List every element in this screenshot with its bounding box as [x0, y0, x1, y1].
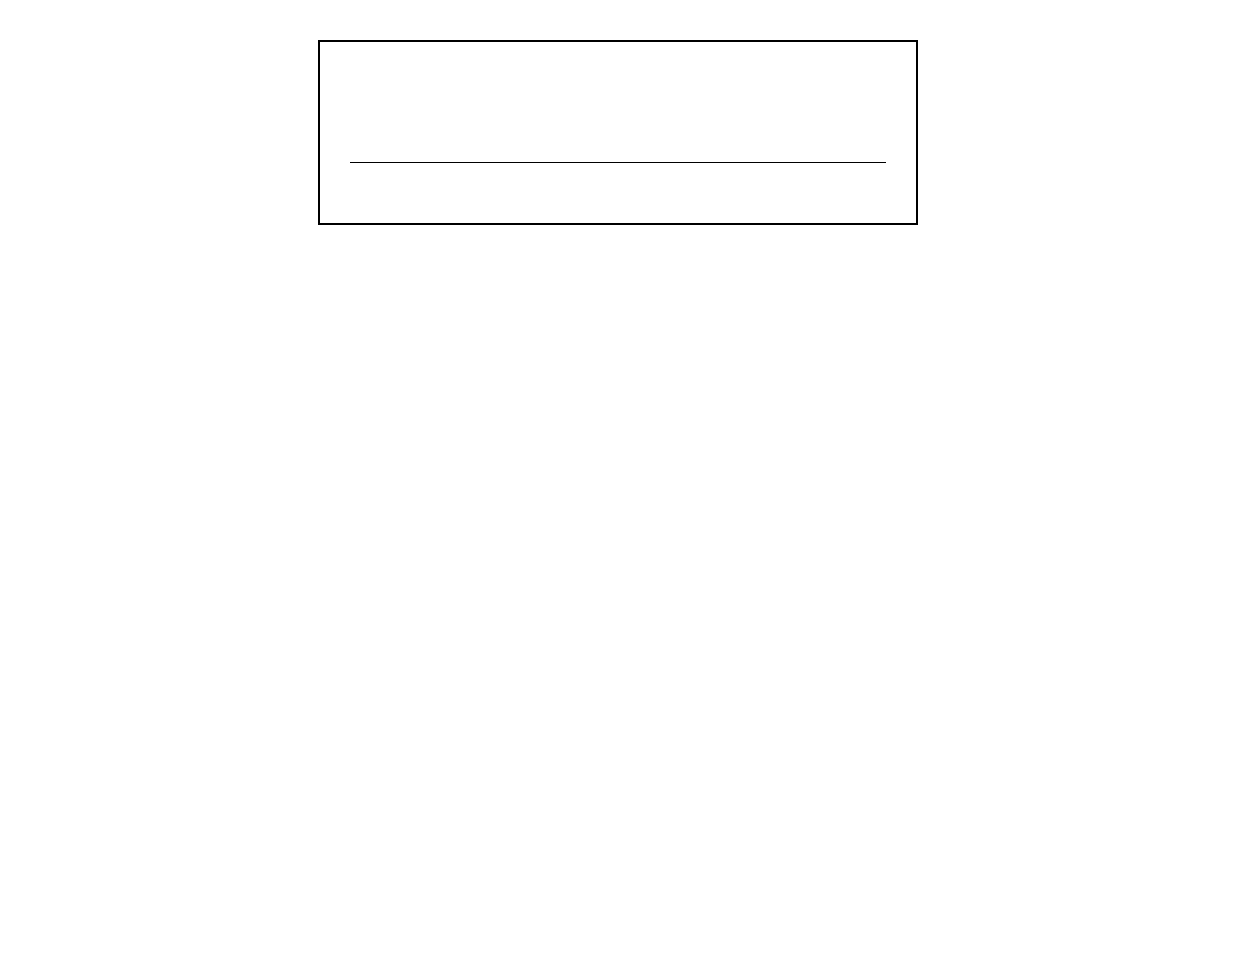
footer-rule	[350, 162, 886, 163]
page-frame	[318, 40, 918, 225]
